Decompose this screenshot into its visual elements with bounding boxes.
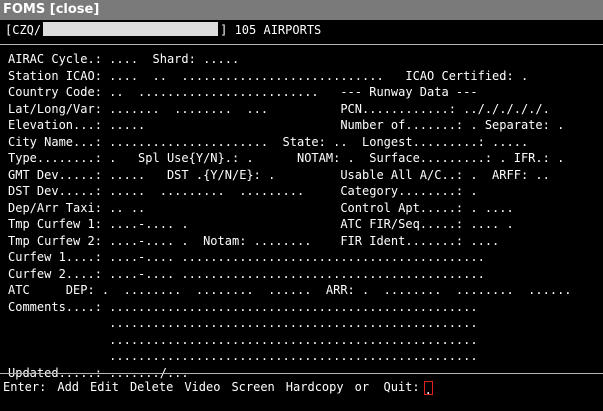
- form-line[interactable]: ........................................…: [8, 316, 477, 330]
- menu-video[interactable]: Video: [184, 380, 220, 394]
- form-line[interactable]: City Name...: ...................... Sta…: [8, 135, 528, 149]
- form-line[interactable]: Tmp Curfew 1: ....-.... . ATC FIR/Seq...…: [8, 217, 514, 231]
- window-title-bar: FOMS [close]: [0, 0, 603, 20]
- redacted-field: [43, 22, 219, 36]
- menu-quit[interactable]: or Quit:: [355, 380, 420, 394]
- form-line[interactable]: Lat/Long/Var: ....... ........ ... PCN..…: [8, 102, 550, 116]
- menu-hardcopy[interactable]: Hardcopy: [286, 380, 344, 394]
- form-line[interactable]: AIRAC Cycle.: .... Shard: .....: [8, 52, 239, 66]
- form-line[interactable]: ATC DEP: . ........ ........ ...... ARR:…: [8, 283, 572, 297]
- form-line[interactable]: Comments....: ..........................…: [8, 300, 478, 314]
- form-line[interactable]: Station ICAO: .... .. ..................…: [8, 69, 528, 83]
- form-line[interactable]: Tmp Curfew 2: ....-.... . Notam: .......…: [8, 234, 499, 248]
- form-line[interactable]: Country Code: .. .......................…: [8, 85, 478, 99]
- form-line[interactable]: ........................................…: [8, 349, 477, 363]
- form-line[interactable]: Elevation...: ..... Number of.......: . …: [8, 118, 564, 132]
- menu-prompt: Enter:: [3, 380, 47, 394]
- top-divider: [0, 44, 603, 45]
- airport-count-header: [CZQ/ ] 105 AIRPORTS: [5, 22, 321, 38]
- command-input-cursor[interactable]: .: [423, 381, 433, 397]
- menu-screen[interactable]: Screen: [231, 380, 274, 394]
- header-suffix: ] 105 AIRPORTS: [220, 23, 322, 37]
- menu-add[interactable]: Add: [57, 380, 79, 394]
- form-line[interactable]: ........................................…: [8, 333, 477, 347]
- bottom-divider: [0, 373, 603, 374]
- command-menu: Enter: Add Edit Delete Video Screen Hardcopy or…: [3, 379, 444, 397]
- menu-edit[interactable]: Edit: [90, 380, 119, 394]
- form-line[interactable]: Curfew 2....: ....-.... ................…: [8, 267, 485, 281]
- form-line[interactable]: Dep/Arr Taxi: .. .. Control Apt.....: . …: [8, 201, 514, 215]
- form-line[interactable]: GMT Dev.....: ..... DST .{Y/N/E}: . Usab…: [8, 168, 550, 182]
- window-title[interactable]: FOMS [close]: [3, 2, 99, 17]
- form-line[interactable]: Curfew 1....: ....-.... ................…: [8, 250, 485, 264]
- form-line[interactable]: DST Dev.....: ..... ......... ......... …: [8, 184, 478, 198]
- form-line[interactable]: Type........: . Spl Use{Y/N}.: . NOTAM: …: [8, 151, 564, 165]
- header-prefix: [CZQ/: [5, 23, 42, 37]
- airport-form: AIRAC Cycle.: .... Shard: ..... Station …: [8, 51, 572, 381]
- menu-delete[interactable]: Delete: [130, 380, 173, 394]
